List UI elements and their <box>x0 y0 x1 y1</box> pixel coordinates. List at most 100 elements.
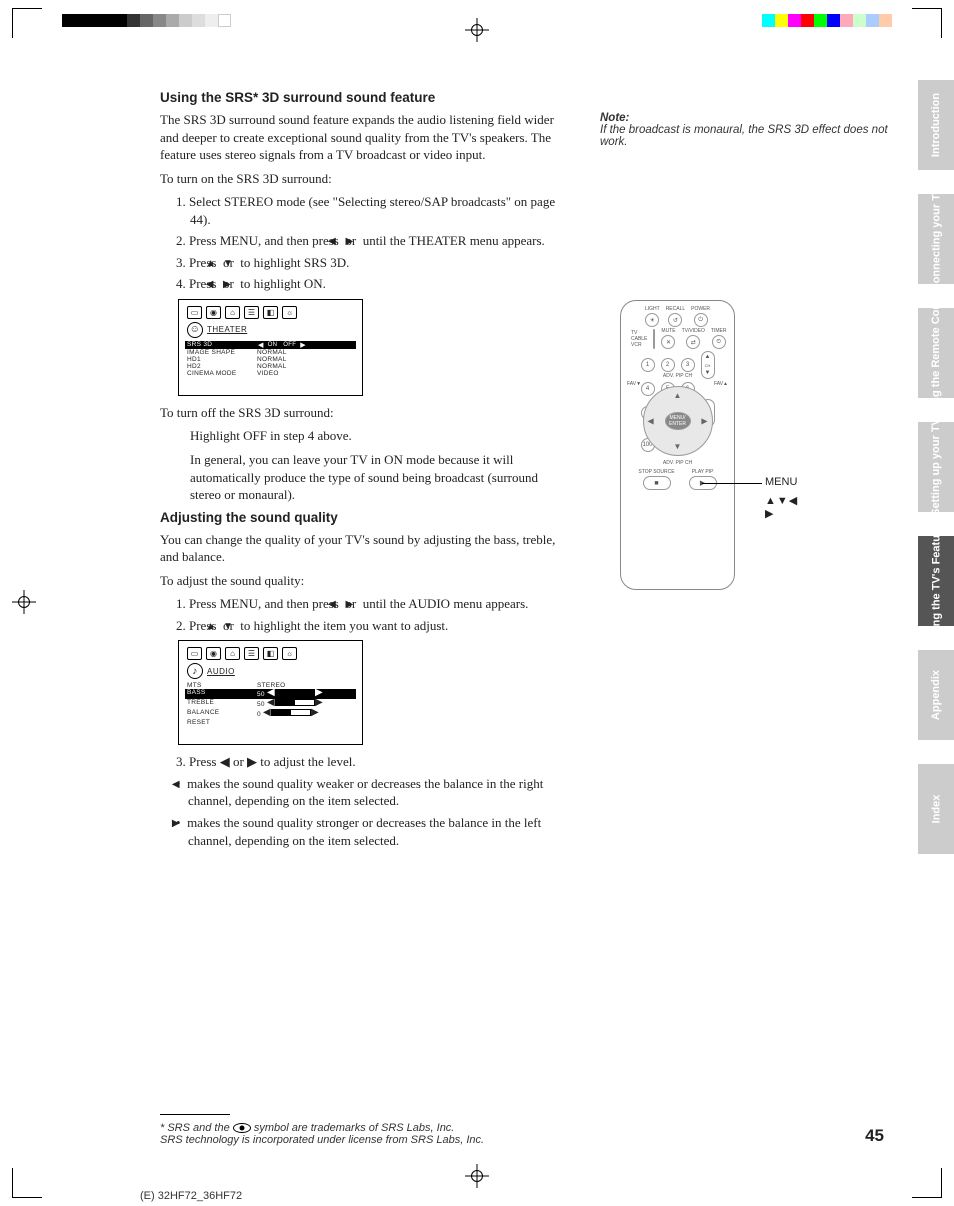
osd-icon: ☰ <box>244 306 259 319</box>
para-srs-note: In general, you can leave your TV in ON … <box>160 451 560 504</box>
section-tab: Appendix <box>918 650 954 740</box>
osd-icon: ☰ <box>244 647 259 660</box>
footnote-1b: symbol are trademarks of SRS Labs, Inc. <box>251 1122 455 1134</box>
osd-icon: ⌂ <box>225 647 240 660</box>
page-number: 45 <box>865 1126 884 1146</box>
r-btn-power: ⏻ <box>694 313 708 327</box>
r-dpad: ▲ ▼ ◀ ▶ MENU/ ENTER <box>643 386 713 456</box>
dpad-up-icon: ▲ <box>674 391 682 400</box>
callout-line <box>702 483 762 484</box>
r-lbl-tvvid: TV/VIDEO <box>682 329 705 334</box>
heading-srs: Using the SRS* 3D surround sound feature <box>160 90 560 105</box>
para-srs-off: To turn off the SRS 3D surround: <box>160 404 560 422</box>
document-id: (E) 32HF72_36HF72 <box>140 1190 242 1202</box>
srs-logo-icon <box>233 1123 251 1133</box>
registration-mark-left <box>12 590 36 614</box>
section-tab: Using the Remote Control <box>918 308 954 398</box>
osd-icon: ◉ <box>206 306 221 319</box>
audio-steps-list-b: 3. Press ◀ or ▶ to adjust the level. <box>160 753 560 771</box>
r-menu-enter: MENU/ ENTER <box>665 412 691 430</box>
r-btn-recall: ↺ <box>668 313 682 327</box>
r-btn-light: ☀ <box>645 313 659 327</box>
osd-icon: ☼ <box>282 306 297 319</box>
osd-row: RESET <box>187 719 354 726</box>
osd-row: SRS 3D◀ONOFF▶ <box>185 341 356 349</box>
srs-step: 2. Press MENU, and then press ◀ or ▶ unt… <box>176 232 560 250</box>
audio-bullet: • ▶ makes the sound quality stronger or … <box>176 814 560 849</box>
r-lbl-stop: STOP SOURCE <box>638 470 674 475</box>
audio-icon: ♪ <box>187 663 203 679</box>
osd-icon: ◧ <box>263 647 278 660</box>
section-tab: Introduction <box>918 80 954 170</box>
para-audio-intro: You can change the quality of your TV's … <box>160 531 560 566</box>
r-sw-tv: TV <box>631 331 637 336</box>
audio-title: AUDIO <box>207 667 235 676</box>
callout-menu: MENU <box>765 476 797 488</box>
footnote-2: SRS technology is incorporated under lic… <box>160 1134 484 1146</box>
registration-mark-top <box>465 18 489 42</box>
r-favr: FAV▲ <box>714 381 728 387</box>
r-favl: FAV▼ <box>627 381 641 387</box>
audio-step: 2. Press ▲ or ▼ to highlight the item yo… <box>176 617 560 635</box>
dpad-left-icon: ◀ <box>648 417 654 426</box>
theater-title: THEATER <box>207 325 247 334</box>
osd-icon: ⌂ <box>225 306 240 319</box>
r-lbl-timer: TIMER <box>711 329 727 334</box>
section-tab: Setting up your TV <box>918 422 954 512</box>
r-lbl-recall: RECALL <box>666 307 685 312</box>
r-btn-stop: ■ <box>643 476 671 490</box>
osd-row: HD1NORMAL <box>187 356 354 363</box>
theater-osd: ▭ ◉ ⌂ ☰ ◧ ☼ ☺ THEATER SRS 3D◀ONOFF▶IMAGE… <box>178 299 363 396</box>
audio-step-3-text: Press ◀ or ▶ to adjust the level. <box>189 754 356 769</box>
right-column: Note: If the broadcast is monaural, the … <box>600 90 890 148</box>
osd-icon: ▭ <box>187 306 202 319</box>
r-sw-vcr: VCR <box>631 343 642 348</box>
dpad-down-icon: ▼ <box>674 442 682 451</box>
r-num-btn: 3 <box>681 358 695 372</box>
r-mode-switch <box>653 329 655 349</box>
r-btn-mute: ✕ <box>661 335 675 349</box>
section-tabs: IntroductionConnecting your TVUsing the … <box>918 80 954 854</box>
remote-illustration: LIGHT☀ RECALL↺ POWER⏻ TV CABLE VCR MUTE✕… <box>620 300 735 590</box>
r-lbl-play: PLAY PIP <box>692 470 714 475</box>
color-bar-left <box>62 14 231 27</box>
heading-audio: Adjusting the sound quality <box>160 510 560 525</box>
srs-step: 3. Press ▲ or ▼ to highlight SRS 3D. <box>176 254 560 272</box>
crop-mark-tr <box>912 8 942 38</box>
srs-steps-list: 1. Select STEREO mode (see "Selecting st… <box>160 193 560 293</box>
para-audio-adjust: To adjust the sound quality: <box>160 572 560 590</box>
note-title: Note: <box>600 112 629 124</box>
para-srs-intro: The SRS 3D surround sound feature expand… <box>160 111 560 164</box>
osd-icon: ◧ <box>263 306 278 319</box>
audio-step: 1. Press MENU, and then press ◀ or ▶ unt… <box>176 595 560 613</box>
r-btn-timer: ⏲ <box>712 335 726 349</box>
osd-row: IMAGE SHAPENORMAL <box>187 349 354 356</box>
r-sw-cable: CABLE <box>631 337 647 342</box>
para-srs-on: To turn on the SRS 3D surround: <box>160 170 560 188</box>
audio-steps-list-a: 1. Press MENU, and then press ◀ or ▶ unt… <box>160 595 560 634</box>
osd-icon: ▭ <box>187 647 202 660</box>
section-tab: Index <box>918 764 954 854</box>
r-dpad-top-lbl: ADV. PIP CH <box>663 374 692 379</box>
audio-osd: ▭ ◉ ⌂ ☰ ◧ ☼ ♪ AUDIO MTSSTEREOBASS50 ◀▶TR… <box>178 640 363 745</box>
r-num-btn: 2 <box>661 358 675 372</box>
audio-bullet: • ◀ makes the sound quality weaker or de… <box>176 775 560 810</box>
callout-arrows: ▲▼◀ ▶ <box>765 494 798 520</box>
audio-step-3: 3. Press ◀ or ▶ to adjust the level. <box>176 753 560 771</box>
osd-icon: ☼ <box>282 647 297 660</box>
osd-row: HD2NORMAL <box>187 363 354 370</box>
r-dpad-bot-lbl: ADV. PIP CH <box>663 461 692 466</box>
registration-mark-bottom <box>465 1164 489 1188</box>
r-btn-tvvid: ⇄ <box>686 335 700 349</box>
main-column: Using the SRS* 3D surround sound feature… <box>160 90 560 853</box>
r-lbl-power: POWER <box>691 307 710 312</box>
footnote-1a: * SRS and the <box>160 1122 233 1134</box>
note-body: If the broadcast is monaural, the SRS 3D… <box>600 124 888 148</box>
crop-mark-bl <box>12 1168 42 1198</box>
r-ch: ▲CH▼ <box>701 351 715 379</box>
srs-step: 1. Select STEREO mode (see "Selecting st… <box>176 193 560 228</box>
crop-mark-tl <box>12 8 42 38</box>
color-bar-right <box>762 14 892 27</box>
theater-icon: ☺ <box>187 322 203 338</box>
audio-bullets: • ◀ makes the sound quality weaker or de… <box>160 775 560 849</box>
